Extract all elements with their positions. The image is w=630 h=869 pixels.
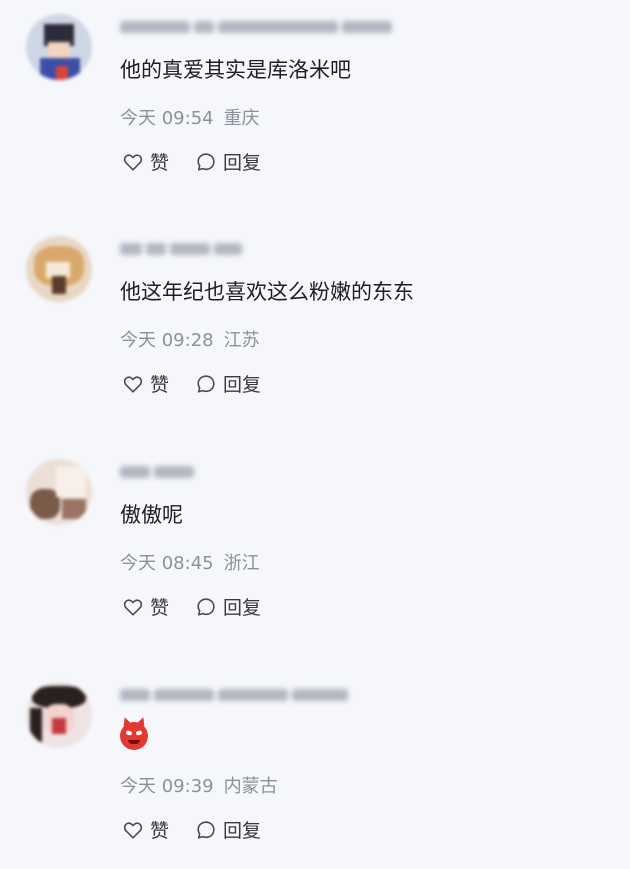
reply-button[interactable]: 回复 <box>195 148 261 175</box>
comment-meta: 今天 09:39 内蒙古 <box>120 772 278 798</box>
comment-actions: 赞 回复 <box>122 816 261 843</box>
reply-label: 回复 <box>223 820 262 842</box>
reply-label: 回复 <box>223 152 262 174</box>
comment-time: 今天 09:28 <box>120 330 214 351</box>
reply-label: 回复 <box>223 374 262 396</box>
reply-button[interactable]: 回复 <box>195 816 261 843</box>
comment-meta: 今天 09:54 重庆 <box>120 104 260 130</box>
username-blurred[interactable] <box>120 461 194 483</box>
comment-bubble-icon <box>197 597 215 616</box>
comment-location: 浙江 <box>223 553 260 574</box>
comment-meta: 今天 09:28 江苏 <box>120 326 260 352</box>
comment-location: 重庆 <box>223 108 260 129</box>
comment-location: 江苏 <box>223 330 260 351</box>
reply-label: 回复 <box>223 597 262 619</box>
avatar[interactable] <box>26 459 92 525</box>
comment-bubble-icon <box>197 152 215 171</box>
comment-time: 今天 09:39 <box>120 776 214 797</box>
comment-actions: 赞 回复 <box>122 370 261 397</box>
reply-button[interactable]: 回复 <box>195 370 261 397</box>
like-label: 赞 <box>150 597 170 619</box>
like-button[interactable]: 赞 <box>122 816 169 843</box>
comment-item: 他的真爱其实是库洛米吧 今天 09:54 重庆 赞 回复 <box>0 0 630 200</box>
comment-actions: 赞 回复 <box>122 593 261 620</box>
username-blurred[interactable] <box>120 684 348 706</box>
heart-icon <box>123 822 143 839</box>
comment-location: 内蒙古 <box>223 776 278 797</box>
comment-text: 傲傲呢 <box>120 503 183 527</box>
like-label: 赞 <box>150 152 170 174</box>
comment-emoji-content <box>120 715 148 755</box>
reply-button[interactable]: 回复 <box>195 593 261 620</box>
comment-meta: 今天 08:45 浙江 <box>120 549 260 575</box>
username-blurred[interactable] <box>120 16 392 38</box>
comment-time: 今天 08:45 <box>120 553 214 574</box>
comment-item: 今天 09:39 内蒙古 赞 回复 <box>0 668 630 868</box>
comment-time: 今天 09:54 <box>120 108 214 129</box>
comment-bubble-icon <box>197 374 215 393</box>
like-button[interactable]: 赞 <box>122 148 169 175</box>
heart-icon <box>123 154 143 171</box>
avatar[interactable] <box>26 14 92 80</box>
avatar[interactable] <box>26 682 92 748</box>
like-label: 赞 <box>150 374 170 396</box>
username-blurred[interactable] <box>120 238 242 260</box>
devil-emoji-icon <box>120 715 148 750</box>
comment-item: 傲傲呢 今天 08:45 浙江 赞 回复 <box>0 445 630 645</box>
heart-icon <box>123 599 143 616</box>
comment-actions: 赞 回复 <box>122 148 261 175</box>
avatar[interactable] <box>26 236 92 302</box>
like-button[interactable]: 赞 <box>122 593 169 620</box>
like-button[interactable]: 赞 <box>122 370 169 397</box>
comment-text: 他这年纪也喜欢这么粉嫩的东东 <box>120 280 414 304</box>
comment-text: 他的真爱其实是库洛米吧 <box>120 58 351 82</box>
heart-icon <box>123 376 143 393</box>
comment-bubble-icon <box>197 820 215 839</box>
comment-item: 他这年纪也喜欢这么粉嫩的东东 今天 09:28 江苏 赞 回复 <box>0 222 630 422</box>
like-label: 赞 <box>150 820 170 842</box>
comment-list: 他的真爱其实是库洛米吧 今天 09:54 重庆 赞 回复 他这年纪也喜欢这么粉嫩… <box>0 0 630 869</box>
